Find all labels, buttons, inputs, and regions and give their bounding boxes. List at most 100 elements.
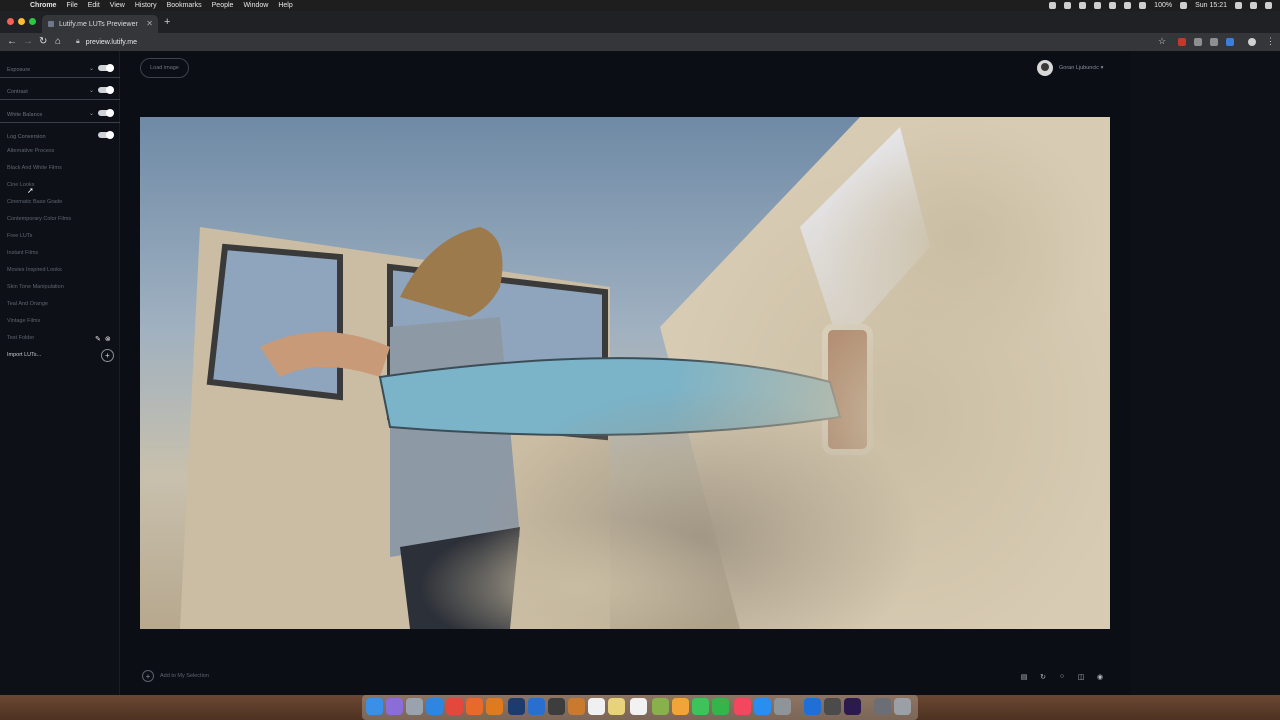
lut-category-item[interactable]: Teal And Orange (7, 301, 48, 307)
menu-app-name[interactable]: Chrome (30, 2, 56, 9)
import-luts-link[interactable]: Import LUTs... (7, 352, 41, 358)
plus-icon[interactable]: + (142, 670, 154, 682)
menu-bookmarks[interactable]: Bookmarks (167, 2, 202, 9)
lut-category-item[interactable]: Black And White Films (7, 165, 62, 171)
lut-folder-item[interactable]: Test Folder (7, 335, 34, 341)
lut-category-item[interactable]: Contemporary Color Films (7, 216, 71, 222)
lut-category-item[interactable]: Cinematic Base Grade (7, 199, 62, 205)
app-store-icon[interactable] (754, 698, 771, 715)
reminders-icon[interactable] (630, 698, 647, 715)
notes-icon[interactable] (608, 698, 625, 715)
extension-icon[interactable] (1194, 38, 1202, 46)
extension-icon[interactable] (1226, 38, 1234, 46)
premiere-icon[interactable] (844, 698, 861, 715)
calendar-icon[interactable] (588, 698, 605, 715)
log-conversion-toggle[interactable] (98, 131, 114, 139)
close-tab-icon[interactable]: ✕ (146, 19, 153, 28)
chevron-down-icon[interactable]: ⌄ (89, 65, 94, 72)
exposure-toggle[interactable] (98, 64, 114, 72)
status-icon[interactable] (1064, 2, 1072, 9)
lut-category-item[interactable]: Instant Films (7, 250, 38, 256)
pencil-icon[interactable]: ✎ (95, 335, 101, 343)
adjustment-contrast[interactable]: Contrast ⌄ (0, 78, 120, 100)
lock-icon[interactable]: 🔒︎ (76, 38, 80, 46)
clock[interactable]: Sun 15:21 (1195, 2, 1227, 9)
menu-view[interactable]: View (110, 2, 125, 9)
address-bar[interactable]: 🔒︎ preview.lutify.me (72, 35, 1172, 49)
split-view-icon[interactable]: ◫ (1077, 673, 1085, 681)
status-icon[interactable] (1094, 2, 1102, 9)
volume-icon[interactable] (1139, 2, 1147, 9)
app-icon[interactable] (804, 698, 821, 715)
app-icon[interactable] (528, 698, 545, 715)
system-preferences-icon[interactable] (774, 698, 791, 715)
launchpad-icon[interactable] (406, 698, 423, 715)
battery-icon[interactable] (1180, 2, 1188, 9)
circle-icon[interactable]: ○ (1058, 673, 1066, 681)
minimize-window-icon[interactable] (18, 18, 25, 25)
menu-window[interactable]: Window (243, 2, 268, 9)
menu-edit[interactable]: Edit (88, 2, 100, 9)
trash-icon[interactable] (894, 698, 911, 715)
preview-image[interactable] (140, 117, 1110, 629)
close-window-icon[interactable] (7, 18, 14, 25)
bluetooth-icon[interactable] (1109, 2, 1117, 9)
chrome-icon[interactable] (446, 698, 463, 715)
finder-icon[interactable] (366, 698, 383, 715)
extension-icon[interactable] (1210, 38, 1218, 46)
photos-icon[interactable] (672, 698, 689, 715)
music-icon[interactable] (734, 698, 751, 715)
fullscreen-window-icon[interactable] (29, 18, 36, 25)
back-icon[interactable]: ← (7, 36, 17, 47)
spotlight-icon[interactable] (1235, 2, 1242, 9)
maps-icon[interactable] (652, 698, 669, 715)
menu-people[interactable]: People (212, 2, 234, 9)
delete-icon[interactable]: ⊗ (105, 335, 111, 343)
forward-icon[interactable]: → (23, 36, 33, 47)
add-to-selection-button[interactable]: + Add to My Selection (142, 670, 209, 682)
avatar[interactable] (1037, 60, 1053, 76)
photoshop-icon[interactable] (508, 698, 525, 715)
menu-help[interactable]: Help (278, 2, 292, 9)
audio-app-icon[interactable] (824, 698, 841, 715)
folder-icon[interactable] (874, 698, 891, 715)
contrast-toggle[interactable] (98, 86, 114, 94)
chevron-down-icon[interactable]: ⌄ (89, 87, 94, 94)
browser-tab[interactable]: Lutify.me LUTs Previewer ✕ (42, 15, 158, 33)
messages-icon[interactable] (692, 698, 709, 715)
app-icon[interactable] (568, 698, 585, 715)
lut-category-item[interactable]: Free LUTs (7, 233, 32, 239)
menu-history[interactable]: History (135, 2, 157, 9)
notification-center-icon[interactable] (1265, 2, 1272, 9)
lut-category-item[interactable]: Movies Inspired Looks (7, 267, 62, 273)
plus-icon[interactable]: + (101, 349, 114, 362)
load-image-button[interactable]: Load image (140, 58, 189, 78)
lut-category-item[interactable]: Vintage Films (7, 318, 40, 324)
user-menu[interactable]: Goran Ljubuncic ▾ (1037, 60, 1103, 76)
dropbox-icon[interactable] (1079, 2, 1087, 9)
battery-percent[interactable]: 100% (1154, 2, 1172, 9)
white-balance-toggle[interactable] (98, 109, 114, 117)
bookmark-star-icon[interactable]: ☆ (1158, 36, 1166, 47)
reload-icon[interactable]: ↻ (39, 36, 47, 47)
profile-icon[interactable] (1248, 38, 1256, 46)
facetime-icon[interactable] (712, 698, 729, 715)
menu-file[interactable]: File (66, 2, 77, 9)
home-icon[interactable]: ⌂ (55, 36, 61, 47)
siri-icon[interactable] (1250, 2, 1257, 9)
adjustment-exposure[interactable]: Exposure ⌄ (0, 56, 120, 78)
lut-category-item[interactable]: Skin Tone Manipulation (7, 284, 64, 290)
eye-icon[interactable]: ◉ (1096, 673, 1104, 681)
adjustment-log-conversion[interactable]: Log Conversion (0, 123, 120, 145)
safari-icon[interactable] (426, 698, 443, 715)
firefox-icon[interactable] (486, 698, 503, 715)
browser-menu-icon[interactable]: ⋮ (1266, 36, 1275, 47)
wifi-icon[interactable] (1124, 2, 1132, 9)
siri-icon[interactable] (386, 698, 403, 715)
chevron-down-icon[interactable]: ⌄ (89, 110, 94, 117)
user-name[interactable]: Goran Ljubuncic ▾ (1059, 65, 1103, 71)
new-tab-icon[interactable]: + (164, 16, 170, 28)
compare-icon[interactable]: ▤ (1020, 673, 1028, 681)
davinci-resolve-icon[interactable] (548, 698, 565, 715)
extension-icon[interactable] (1178, 38, 1186, 46)
